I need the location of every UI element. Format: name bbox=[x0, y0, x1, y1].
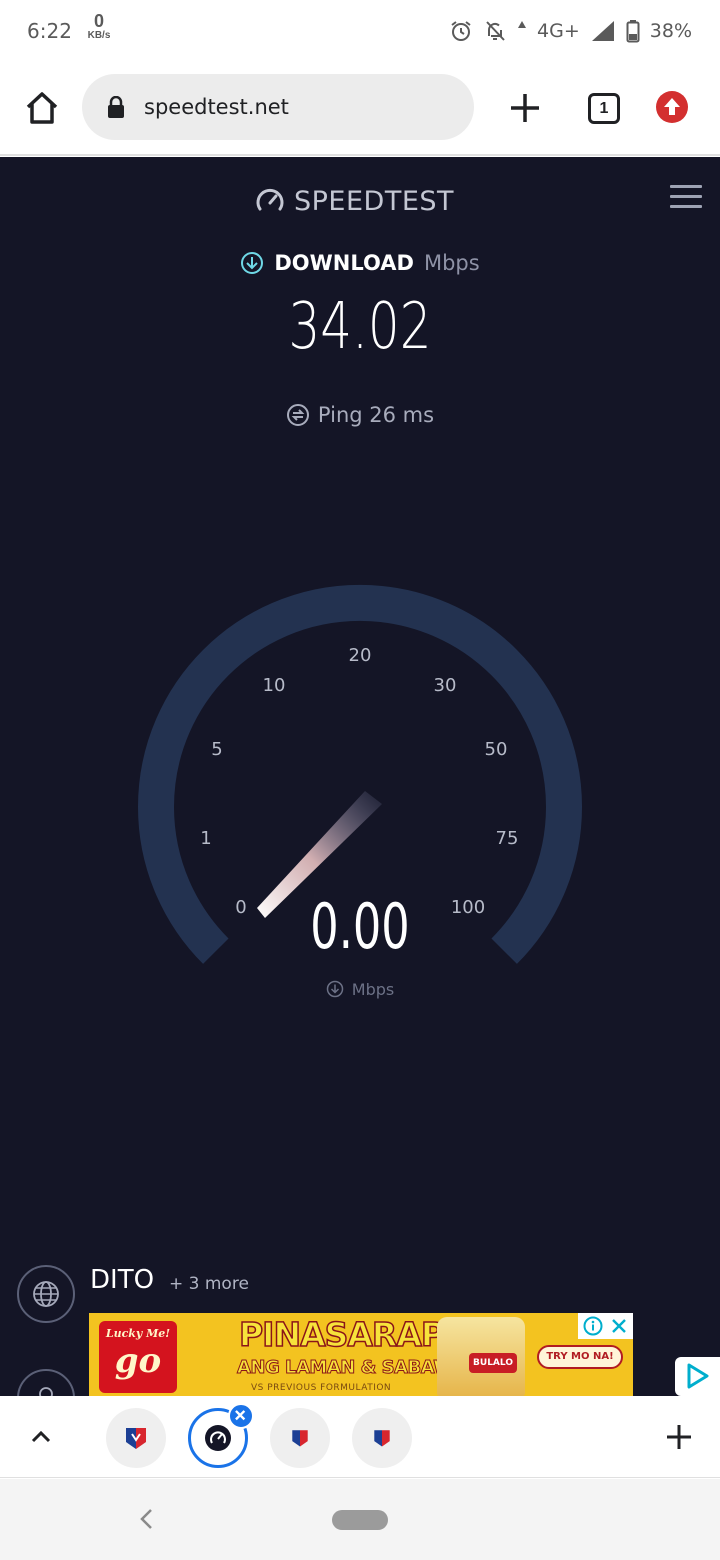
speedtest-page: SPEEDTEST DOWNLOAD Mbps 34.02 Ping 26 ms bbox=[0, 157, 720, 1396]
gauge-tick-label: 75 bbox=[496, 828, 519, 849]
isp-globe-button[interactable] bbox=[17, 1265, 75, 1323]
battery-percent: 38% bbox=[649, 20, 692, 42]
add-tab-icon[interactable] bbox=[664, 1422, 694, 1452]
tab-thumbnail[interactable] bbox=[352, 1408, 412, 1468]
status-bar: 6:22 0 KB/s 4G+ 38% bbox=[0, 0, 720, 62]
gauge-tick-label: 20 bbox=[349, 645, 372, 666]
user-icon bbox=[39, 1387, 53, 1396]
system-nav-bar bbox=[0, 1479, 720, 1560]
gauge-tick-label: 30 bbox=[434, 675, 457, 696]
battery-icon bbox=[626, 20, 640, 43]
home-gesture-pill[interactable] bbox=[332, 1510, 388, 1530]
network-type: 4G+ bbox=[537, 20, 580, 42]
tab-close-icon[interactable] bbox=[228, 1403, 254, 1429]
site-favicon-icon bbox=[126, 1428, 146, 1449]
download-icon bbox=[241, 252, 264, 274]
ping-row: Ping 26 ms bbox=[0, 399, 720, 431]
tab-switcher-button[interactable]: 1 bbox=[588, 93, 620, 124]
ad-info-icon[interactable] bbox=[583, 1316, 603, 1336]
ad-brand-logo: Lucky Me! go bbox=[99, 1321, 177, 1393]
url-text[interactable]: speedtest.net bbox=[144, 95, 289, 119]
speedometer-logo-icon bbox=[256, 188, 284, 211]
lock-icon bbox=[108, 96, 124, 118]
ad-side-badge[interactable] bbox=[675, 1357, 720, 1396]
download-header: DOWNLOAD Mbps bbox=[0, 247, 720, 279]
signal-icon bbox=[591, 21, 614, 41]
site-favicon-icon bbox=[292, 1430, 308, 1447]
gauge-tick-label: 1 bbox=[200, 828, 211, 849]
address-bar[interactable]: speedtest.net bbox=[82, 74, 474, 140]
ad-banner[interactable]: Lucky Me! go PINASARAP ANG LAMAN & SABAW… bbox=[89, 1313, 633, 1396]
chevron-up-icon[interactable] bbox=[28, 1424, 54, 1450]
tab-thumbnail[interactable] bbox=[106, 1408, 166, 1468]
ad-subline: ANG LAMAN & SABAW! bbox=[236, 1357, 461, 1379]
tab-thumbnail[interactable] bbox=[270, 1408, 330, 1468]
screen: 6:22 0 KB/s 4G+ 38% speedtest.net 1 SPEE… bbox=[0, 0, 720, 1560]
speedtest-logo[interactable]: SPEEDTEST bbox=[254, 181, 454, 221]
ad-close-icon[interactable] bbox=[609, 1316, 629, 1336]
ad-cta-button[interactable]: TRY MO NA! bbox=[537, 1345, 623, 1369]
isp-name[interactable]: DITO bbox=[90, 1265, 154, 1295]
ad-headline: PINASARAP bbox=[238, 1314, 446, 1355]
ad-brand-top: Lucky Me! bbox=[105, 1327, 171, 1340]
speed-gauge: 0 1 5 10 20 30 50 75 100 bbox=[138, 584, 582, 964]
update-icon[interactable] bbox=[655, 90, 689, 124]
globe-icon bbox=[33, 1281, 59, 1307]
download-speed-value: 34.02 bbox=[288, 290, 432, 364]
data-rate-unit: KB/s bbox=[87, 30, 111, 41]
gauge-tick-label: 50 bbox=[485, 739, 508, 760]
download-small-icon bbox=[326, 980, 344, 998]
ad-choices bbox=[578, 1313, 633, 1339]
gauge-tick-label: 5 bbox=[211, 739, 222, 760]
isp-more-link[interactable]: + 3 more bbox=[169, 1274, 249, 1294]
browser-toolbar: speedtest.net 1 bbox=[0, 62, 720, 156]
adchoices-play-icon bbox=[687, 1363, 709, 1389]
data-arrow-icon bbox=[518, 21, 527, 28]
site-favicon-icon bbox=[374, 1430, 390, 1447]
download-unit: Mbps bbox=[423, 251, 480, 275]
notifications-off-icon bbox=[486, 21, 505, 41]
logo-text: SPEEDTEST bbox=[294, 185, 455, 217]
speedtest-favicon-icon bbox=[205, 1425, 231, 1451]
ad-fine-print: VS PREVIOUS FORMULATION bbox=[251, 1383, 392, 1393]
status-icons: 4G+ 38% bbox=[449, 16, 692, 46]
alarm-icon bbox=[451, 21, 471, 41]
tab-strip bbox=[0, 1396, 720, 1478]
ping-text: Ping 26 ms bbox=[317, 403, 435, 427]
data-rate-value: 0 bbox=[93, 11, 104, 31]
new-tab-icon[interactable] bbox=[507, 90, 543, 126]
gauge-tick-label: 10 bbox=[263, 675, 286, 696]
data-rate: 0 KB/s bbox=[84, 12, 114, 41]
gauge-unit-row: Mbps bbox=[0, 977, 720, 1001]
gauge-current-speed: 0.00 bbox=[310, 890, 410, 963]
ad-brand-main: go bbox=[114, 1341, 162, 1381]
ad-cup-label: BULALO bbox=[469, 1353, 517, 1373]
gauge-unit: Mbps bbox=[351, 979, 395, 999]
ping-icon bbox=[286, 404, 309, 426]
status-time: 6:22 bbox=[27, 19, 72, 43]
back-icon[interactable] bbox=[136, 1506, 158, 1532]
menu-icon[interactable] bbox=[670, 185, 702, 209]
download-label: DOWNLOAD bbox=[274, 251, 414, 275]
ad-product-image: BULALO bbox=[437, 1317, 525, 1396]
home-icon[interactable] bbox=[22, 88, 62, 128]
server-button[interactable] bbox=[17, 1369, 75, 1396]
